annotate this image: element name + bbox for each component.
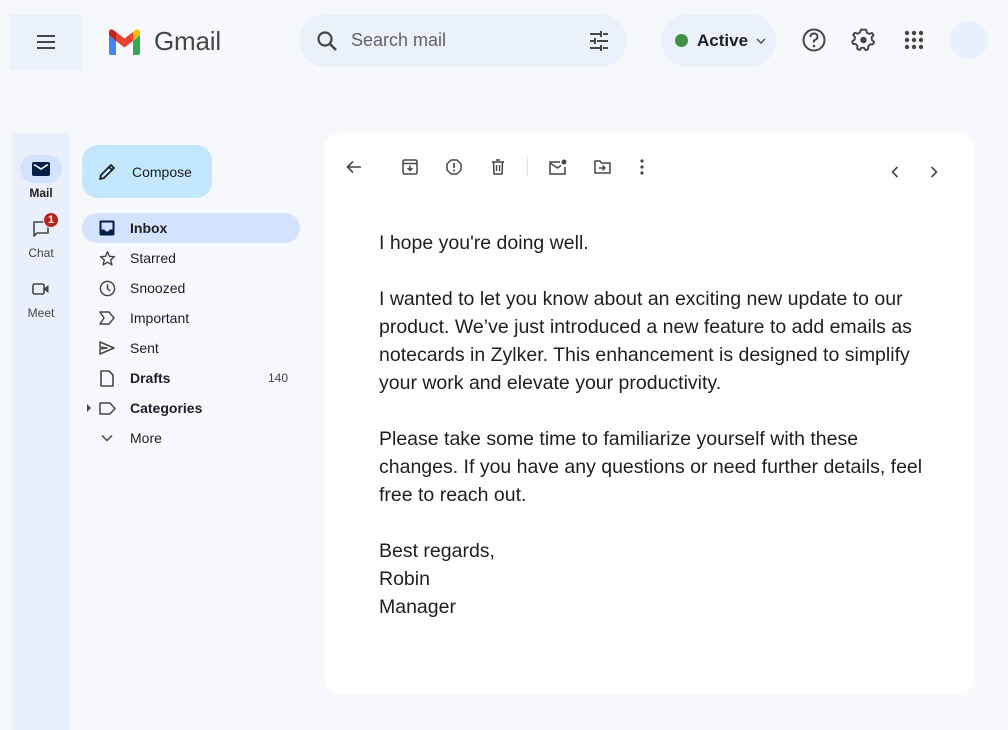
account-avatar[interactable] xyxy=(950,21,988,59)
more-options-button[interactable] xyxy=(630,155,654,179)
nav-label: Categories xyxy=(130,400,203,416)
nav-item-sent[interactable]: Sent xyxy=(82,333,300,363)
signature-name: Robin xyxy=(379,568,430,590)
gmail-logo[interactable]: Gmail xyxy=(107,26,221,57)
email-paragraph: I wanted to let you know about an exciti… xyxy=(379,288,912,394)
move-to-button[interactable] xyxy=(590,155,614,179)
nav-item-snoozed[interactable]: Snoozed xyxy=(82,273,300,303)
apps-button[interactable] xyxy=(896,22,932,58)
nav-item-starred[interactable]: Starred xyxy=(82,243,300,273)
chevron-down-icon xyxy=(101,434,113,442)
newer-button[interactable] xyxy=(883,160,907,184)
rail-pill xyxy=(20,155,62,183)
help-button[interactable] xyxy=(796,22,832,58)
nav-label: More xyxy=(130,430,162,446)
report-spam-button[interactable] xyxy=(442,155,466,179)
rail-label: Mail xyxy=(29,186,53,200)
mailbox-nav: Inbox Starred Snoozed Important Sent Dra… xyxy=(82,213,300,453)
toolbar-divider xyxy=(527,156,528,176)
older-button[interactable] xyxy=(922,160,946,184)
drafts-count: 140 xyxy=(267,371,288,385)
app-rail: Mail 1 Chat Meet xyxy=(12,133,70,730)
chevron-left-icon xyxy=(891,166,899,178)
nav-label: Starred xyxy=(130,250,176,266)
star-icon xyxy=(99,250,115,266)
mail-icon xyxy=(32,162,50,176)
nav-item-drafts[interactable]: Drafts 140 xyxy=(82,363,300,393)
archive-button[interactable] xyxy=(398,155,422,179)
rail-item-mail[interactable]: Mail xyxy=(12,155,70,200)
nav-label: Sent xyxy=(130,340,159,356)
back-button[interactable] xyxy=(342,155,366,179)
draft-icon xyxy=(100,369,114,387)
menu-icon xyxy=(37,35,55,49)
mark-unread-button[interactable] xyxy=(546,155,570,179)
signature-title: Manager xyxy=(379,596,456,618)
delete-button[interactable] xyxy=(486,155,510,179)
settings-button[interactable] xyxy=(846,22,882,58)
app-name: Gmail xyxy=(154,26,221,56)
filter-options-icon[interactable] xyxy=(587,29,611,53)
mark-unread-icon xyxy=(549,159,567,175)
status-dot xyxy=(675,34,688,47)
more-vert-icon xyxy=(640,159,644,175)
rail-item-chat[interactable]: 1 Chat xyxy=(12,212,70,260)
status-selector[interactable]: Active xyxy=(661,14,776,67)
rail-item-meet[interactable]: Meet xyxy=(12,275,70,320)
nav-item-important[interactable]: Important xyxy=(82,303,300,333)
nav-item-inbox[interactable]: Inbox xyxy=(82,213,300,243)
expand-caret-icon[interactable] xyxy=(87,404,91,412)
nav-item-categories[interactable]: Categories xyxy=(82,393,300,423)
trash-icon xyxy=(492,159,504,175)
signature-closing: Best regards, xyxy=(379,540,495,562)
send-icon xyxy=(99,341,115,355)
search-icon[interactable] xyxy=(315,29,339,53)
help-icon xyxy=(802,28,826,52)
inbox-icon xyxy=(99,220,115,236)
rail-pill: 1 xyxy=(20,212,62,243)
settings-icon xyxy=(851,28,876,52)
report-spam-icon xyxy=(446,159,462,175)
chat-unread-badge: 1 xyxy=(43,212,59,228)
rail-label: Meet xyxy=(27,306,55,320)
compose-button[interactable]: Compose xyxy=(82,145,212,198)
email-view: I hope you're doing well. I wanted to le… xyxy=(324,133,974,694)
chevron-down-icon xyxy=(756,38,766,44)
email-paragraph: Please take some time to familiarize you… xyxy=(379,428,923,506)
nav-item-more[interactable]: More xyxy=(82,423,300,453)
important-icon xyxy=(99,311,115,325)
nav-label: Drafts xyxy=(130,370,171,386)
video-icon xyxy=(32,283,49,295)
compose-label: Compose xyxy=(132,163,192,180)
pencil-icon xyxy=(99,163,115,180)
nav-label: Snoozed xyxy=(130,280,186,296)
chevron-right-icon xyxy=(930,166,938,178)
email-body: I hope you're doing well. I wanted to le… xyxy=(379,229,939,621)
arrow-back-icon xyxy=(346,160,361,174)
nav-label: Important xyxy=(130,310,190,326)
rail-label: Chat xyxy=(28,246,54,260)
search-input[interactable] xyxy=(351,30,587,51)
email-paragraph: I hope you're doing well. xyxy=(379,232,589,254)
apps-grid-icon xyxy=(904,30,924,50)
main-menu-button[interactable] xyxy=(10,14,82,70)
label-icon xyxy=(98,401,116,415)
clock-icon xyxy=(99,280,115,296)
gmail-m-icon xyxy=(109,28,140,55)
rail-pill xyxy=(20,275,62,303)
search-bar[interactable] xyxy=(299,14,627,67)
move-to-folder-icon xyxy=(593,160,611,174)
nav-label: Inbox xyxy=(130,220,168,236)
archive-icon xyxy=(402,159,418,175)
status-label: Active xyxy=(697,30,749,50)
